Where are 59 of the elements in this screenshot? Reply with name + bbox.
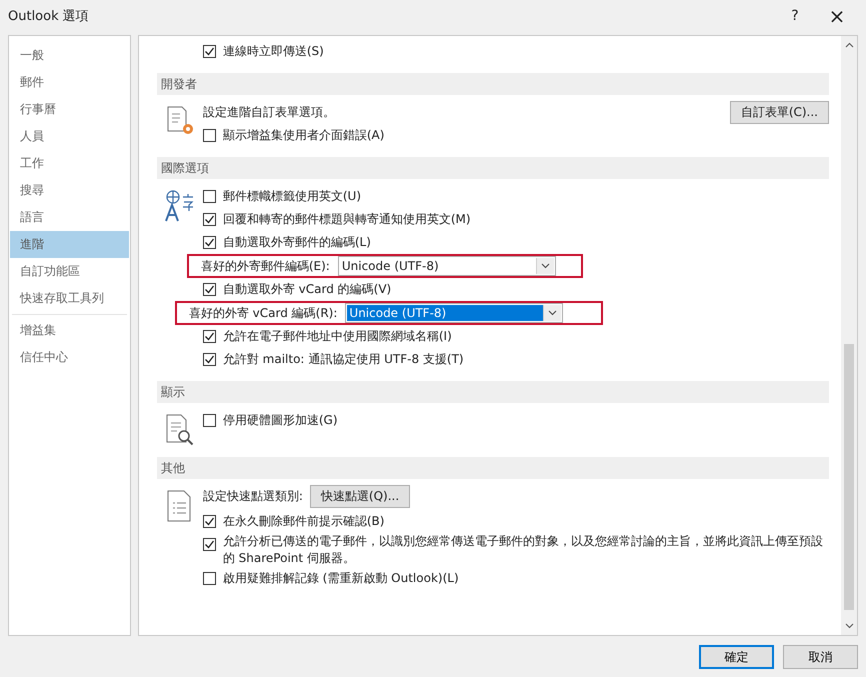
sidebar-item[interactable]: 信任中心: [10, 344, 129, 371]
section-header: 其他: [156, 457, 829, 479]
encoding-dropdown[interactable]: Unicode (UTF-8): [338, 256, 556, 276]
cancel-button[interactable]: 取消: [783, 645, 858, 669]
option-label: 在永久刪除郵件前提示確認(B): [222, 513, 384, 530]
checkbox[interactable]: [202, 129, 216, 142]
sidebar-item[interactable]: 進階: [10, 231, 129, 258]
caret-icon: [548, 310, 558, 316]
sidebar-item[interactable]: 行事曆: [10, 96, 129, 123]
checkbox[interactable]: [202, 190, 216, 203]
document-search-icon: [164, 413, 196, 447]
option-label: 回覆和轉寄的郵件標題與轉寄通知使用英文(M): [222, 211, 471, 228]
checkbox[interactable]: [202, 283, 216, 296]
help-button[interactable]: ?: [774, 1, 816, 31]
scroll-down-icon[interactable]: [844, 623, 854, 629]
option-label: 停用硬體圖形加速(G): [222, 412, 338, 429]
sidebar-item[interactable]: 工作: [10, 150, 129, 177]
sidebar-item[interactable]: 語言: [10, 204, 129, 231]
option-label: 郵件標幟標籤使用英文(U): [222, 188, 362, 205]
checkbox[interactable]: [202, 330, 216, 343]
checkbox[interactable]: [202, 515, 216, 528]
sidebar-item[interactable]: 郵件: [10, 69, 129, 96]
custom-forms-button[interactable]: 自訂表單(C)...: [730, 101, 829, 124]
option-label: 啟用疑難排解記錄 (需重新啟動 Outlook)(L): [222, 570, 459, 587]
checkbox[interactable]: [202, 353, 216, 366]
sidebar-item[interactable]: 自訂功能區: [10, 258, 129, 285]
option-label: 連線時立即傳送(S): [222, 43, 324, 60]
option-label: 設定進階自訂表單選項。: [202, 104, 335, 121]
checkbox[interactable]: [202, 45, 216, 58]
checkbox[interactable]: [202, 236, 216, 249]
section-header: 開發者: [156, 73, 829, 95]
quick-click-button[interactable]: 快速點選(Q)...: [310, 485, 410, 508]
window-title: Outlook 選項: [8, 8, 90, 25]
section-header: 國際選項: [156, 157, 829, 179]
caret-icon: [540, 263, 550, 269]
checkbox[interactable]: [202, 414, 216, 427]
sidebar-item[interactable]: 增益集: [10, 317, 129, 344]
checkbox[interactable]: [202, 572, 216, 585]
option-label: 設定快速點選類別:: [202, 488, 303, 505]
option-label: 允許在電子郵件地址中使用國際網域名稱(I): [222, 328, 452, 345]
option-label: 允許對 mailto: 通訊協定使用 UTF-8 支援(T): [222, 351, 464, 368]
scroll-up-icon[interactable]: [844, 42, 854, 48]
sidebar-item[interactable]: 搜尋: [10, 177, 129, 204]
option-label: 自動選取外寄 vCard 的編碼(V): [222, 281, 392, 298]
option-label: 顯示增益集使用者介面錯誤(A): [222, 127, 384, 144]
dropdown-label: 喜好的外寄 vCard 編碼(R):: [188, 304, 338, 322]
scrollbar[interactable]: [841, 36, 857, 635]
checkbox[interactable]: [202, 213, 216, 226]
ok-button[interactable]: 確定: [699, 645, 774, 669]
dropdown-label: 喜好的外寄郵件編碼(E):: [200, 258, 330, 274]
encoding-dropdown[interactable]: Unicode (UTF-8): [345, 303, 564, 323]
option-label: 允許分析已傳送的電子郵件，以識別您經常傳送電子郵件的對象，以及您經常討論的主旨，並將此資訊上傳至預設的 SharePoint 伺服器。: [222, 533, 824, 567]
close-button[interactable]: ×: [816, 1, 858, 31]
checkbox[interactable]: [202, 538, 216, 551]
sidebar-item[interactable]: 快速存取工具列: [10, 285, 129, 312]
sidebar-item[interactable]: 一般: [10, 42, 129, 69]
option-label: 自動選取外寄郵件的編碼(L): [222, 234, 371, 251]
section-header: 顯示: [156, 381, 829, 403]
sidebar-item[interactable]: 人員: [10, 123, 129, 150]
